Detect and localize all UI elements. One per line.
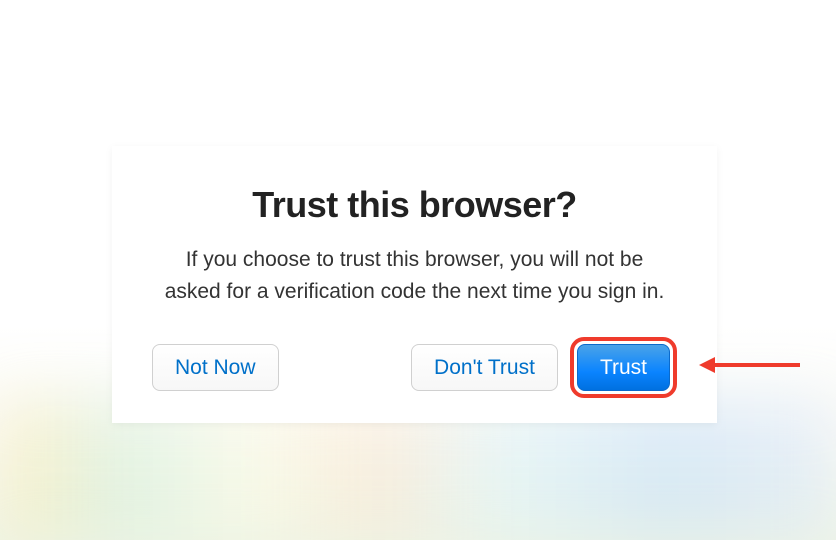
dialog-body-text: If you choose to trust this browser, you… [152,244,677,307]
highlight-annotation: Trust [570,337,677,398]
dont-trust-button[interactable]: Don't Trust [411,344,558,391]
arrow-head-icon [699,357,715,373]
trust-browser-dialog: Trust this browser? If you choose to tru… [112,146,717,423]
arrow-line [715,363,800,367]
arrow-annotation [700,358,800,372]
dialog-actions-right: Don't Trust Trust [411,337,677,398]
not-now-button[interactable]: Not Now [152,344,279,391]
trust-button[interactable]: Trust [577,344,670,391]
dialog-title: Trust this browser? [152,184,677,226]
dialog-actions: Not Now Don't Trust Trust [152,337,677,398]
